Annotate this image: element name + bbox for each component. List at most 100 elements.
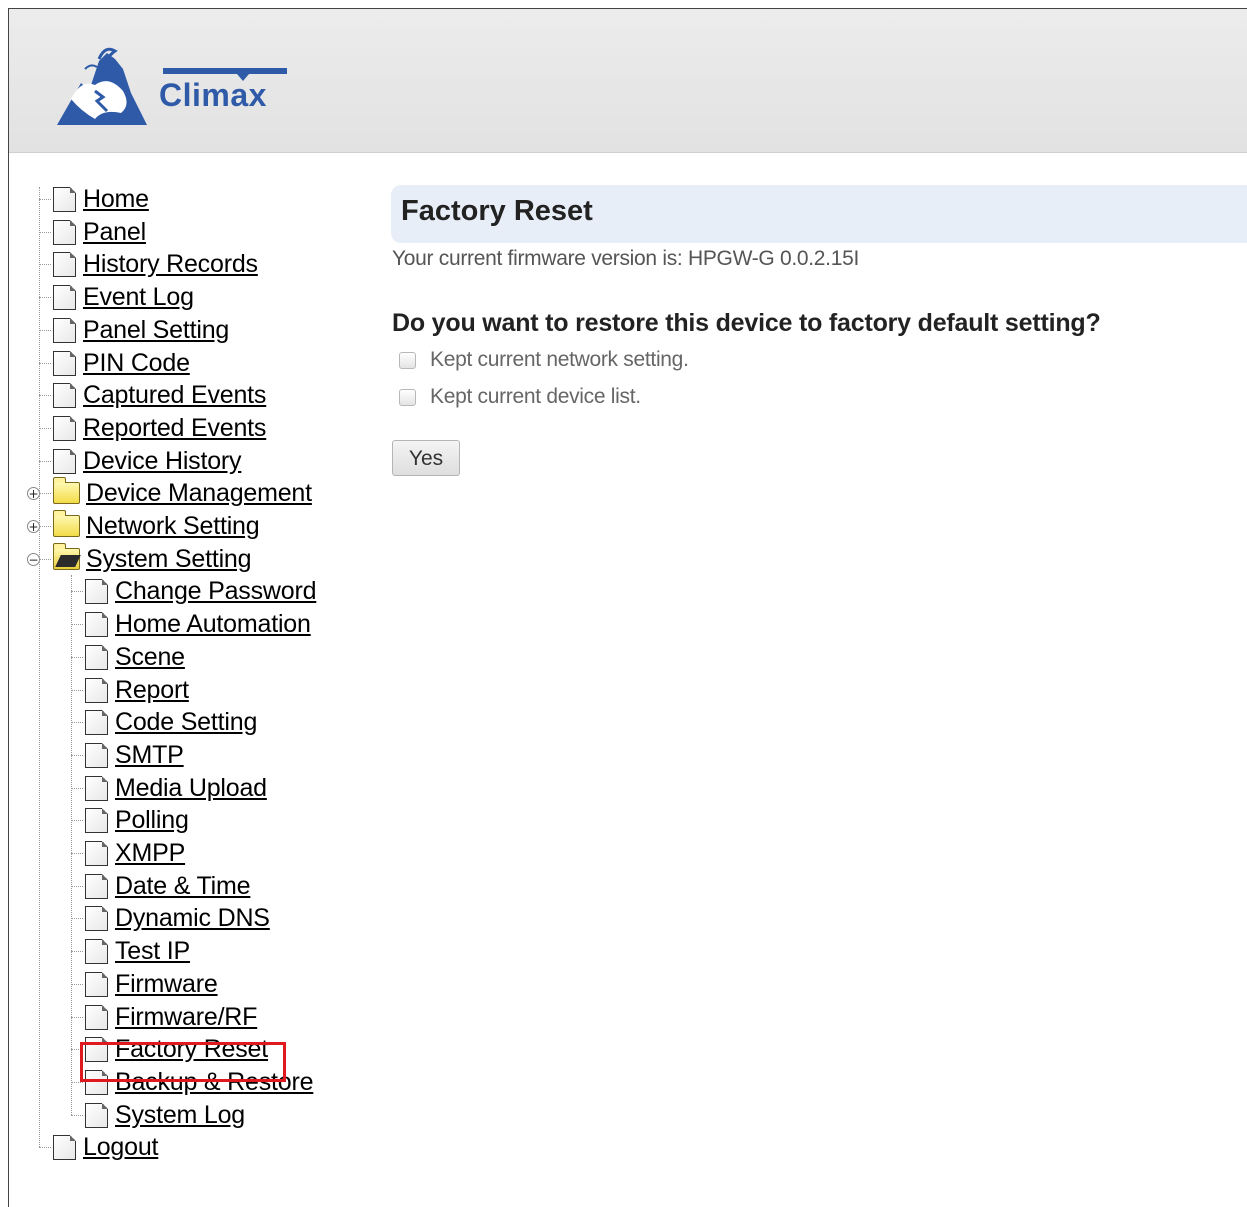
nav-item-code-setting[interactable]: Code Setting — [85, 706, 257, 738]
tree-connector — [71, 690, 83, 691]
nav-link[interactable]: Network Setting — [86, 512, 260, 540]
keep-device-list-label: Kept current device list. — [430, 385, 641, 408]
nav-link[interactable]: Home Automation — [115, 610, 311, 638]
tree-connector — [71, 820, 83, 821]
nav-link[interactable]: Test IP — [115, 937, 190, 965]
tree-guide-line — [39, 187, 40, 1147]
page-icon — [85, 578, 108, 604]
nav-item-captured-events[interactable]: Captured Events — [53, 379, 266, 411]
nav-link[interactable]: XMPP — [115, 839, 185, 867]
nav-item-reported-events[interactable]: Reported Events — [53, 412, 266, 444]
nav-link[interactable]: Home — [83, 185, 149, 213]
tree-connector — [71, 591, 83, 592]
nav-item-system-log[interactable]: System Log — [85, 1099, 245, 1131]
nav-link[interactable]: Captured Events — [83, 381, 266, 409]
tree-connector — [39, 363, 51, 364]
nav-item-test-ip[interactable]: Test IP — [85, 935, 190, 967]
tree-guide-line — [71, 575, 72, 1115]
nav-link[interactable]: Reported Events — [83, 414, 266, 442]
nav-link[interactable]: Device Management — [86, 479, 312, 507]
nav-link[interactable]: Firmware — [115, 970, 218, 998]
nav-item-firmware-rf[interactable]: Firmware/RF — [85, 1001, 257, 1033]
nav-link[interactable]: Date & Time — [115, 872, 251, 900]
page-icon — [85, 677, 108, 703]
page-icon — [53, 350, 76, 376]
nav-item-panel[interactable]: Panel — [53, 216, 146, 248]
nav-item-smtp[interactable]: SMTP — [85, 739, 184, 771]
nav-link[interactable]: Media Upload — [115, 774, 267, 802]
page-icon — [85, 938, 108, 964]
nav-link[interactable]: System Log — [115, 1101, 245, 1129]
page-icon — [85, 742, 108, 768]
nav-item-history-records[interactable]: History Records — [53, 248, 258, 280]
page-icon — [85, 840, 108, 866]
page-frame: Climax Home Panel History Records Event Log… — [8, 8, 1247, 1207]
nav-item-home-automation[interactable]: Home Automation — [85, 608, 311, 640]
tree-connector — [71, 788, 83, 789]
nav-link[interactable]: History Records — [83, 250, 258, 278]
nav-item-pin-code[interactable]: PIN Code — [53, 347, 190, 379]
nav-item-system-setting[interactable]: System Setting — [53, 543, 252, 575]
nav-link[interactable]: Report — [115, 676, 189, 704]
tree-connector — [39, 428, 51, 429]
yes-button[interactable]: Yes — [392, 440, 460, 476]
nav-link[interactable]: Panel — [83, 218, 146, 246]
nav-item-panel-setting[interactable]: Panel Setting — [53, 314, 229, 346]
nav-link[interactable]: Event Log — [83, 283, 194, 311]
nav-item-home[interactable]: Home — [53, 183, 149, 215]
tree-connector — [71, 1082, 83, 1083]
nav-link[interactable]: Change Password — [115, 577, 316, 605]
keep-network-checkbox[interactable] — [399, 351, 416, 369]
page-icon — [53, 448, 76, 474]
page-icon — [53, 284, 76, 310]
tree-connector — [39, 395, 51, 396]
logo-text: Climax — [159, 77, 267, 113]
nav-item-event-log[interactable]: Event Log — [53, 281, 194, 313]
nav-item-media-upload[interactable]: Media Upload — [85, 772, 267, 804]
nav-item-report[interactable]: Report — [85, 674, 189, 706]
nav-link[interactable]: Panel Setting — [83, 316, 229, 344]
nav-item-device-management[interactable]: Device Management — [53, 477, 312, 509]
nav-link[interactable]: Polling — [115, 806, 189, 834]
nav-link[interactable]: Dynamic DNS — [115, 904, 270, 932]
nav-item-firmware[interactable]: Firmware — [85, 968, 218, 1000]
nav-item-logout[interactable]: Logout — [53, 1131, 158, 1163]
nav-item-change-password[interactable]: Change Password — [85, 575, 316, 607]
nav-link[interactable]: Scene — [115, 643, 185, 671]
nav-link[interactable]: Logout — [83, 1133, 158, 1161]
nav-link[interactable]: Code Setting — [115, 708, 257, 736]
tree-connector — [71, 755, 83, 756]
nav-link[interactable]: Firmware/RF — [115, 1003, 257, 1031]
keep-device-list-checkbox[interactable] — [399, 388, 416, 406]
nav-link[interactable]: System Setting — [86, 545, 252, 573]
tree-connector — [39, 264, 51, 265]
climax-logo[interactable]: Climax — [51, 39, 291, 129]
nav-link[interactable]: PIN Code — [83, 349, 190, 377]
keep-network-option[interactable]: Kept current network setting. — [399, 348, 689, 372]
page-icon — [53, 186, 76, 212]
nav-item-xmpp[interactable]: XMPP — [85, 837, 185, 869]
tree-connector — [71, 1017, 83, 1018]
folder-icon — [53, 510, 80, 537]
tree-connector — [39, 559, 51, 560]
page-icon — [85, 971, 108, 997]
page-icon — [85, 905, 108, 931]
tree-connector — [71, 722, 83, 723]
logo-bar — [163, 68, 287, 74]
open-folder-icon — [53, 543, 80, 570]
nav-item-dynamic-dns[interactable]: Dynamic DNS — [85, 902, 270, 934]
page-icon — [85, 644, 108, 670]
page-icon — [85, 775, 108, 801]
nav-item-network-setting[interactable]: Network Setting — [53, 510, 260, 542]
nav-item-polling[interactable]: Polling — [85, 804, 189, 836]
nav-link[interactable]: Device History — [83, 447, 242, 475]
keep-device-list-option[interactable]: Kept current device list. — [399, 385, 641, 409]
nav-link[interactable]: SMTP — [115, 741, 184, 769]
nav-item-date-time[interactable]: Date & Time — [85, 870, 251, 902]
tree-connector — [39, 461, 51, 462]
nav-item-device-history[interactable]: Device History — [53, 445, 242, 477]
nav-item-scene[interactable]: Scene — [85, 641, 185, 673]
tree-connector — [39, 232, 51, 233]
mountain-logo-icon — [57, 47, 147, 125]
reset-question: Do you want to restore this device to fa… — [392, 309, 1101, 337]
